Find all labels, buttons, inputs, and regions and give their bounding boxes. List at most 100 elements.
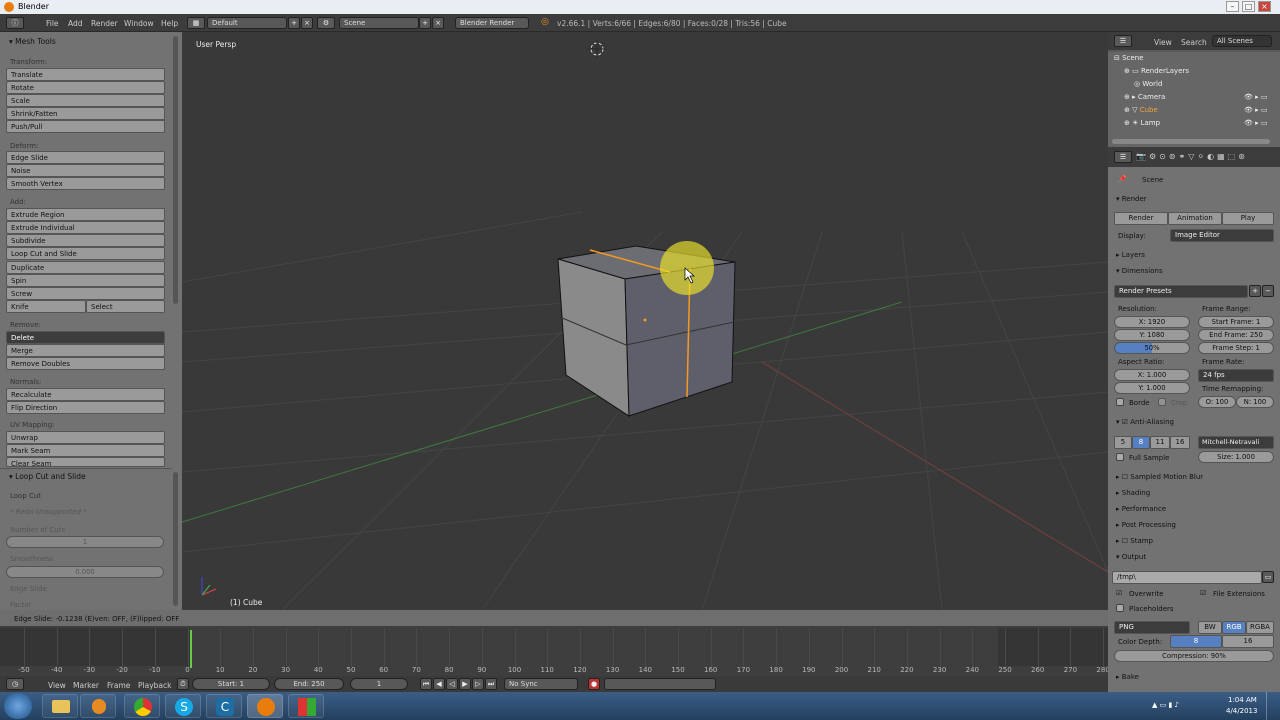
outliner-camera[interactable]: ⊕ ▸ Camera [1124, 93, 1165, 101]
menu-help[interactable]: Help [161, 19, 178, 28]
rgb-button[interactable]: RGB [1222, 621, 1246, 634]
stamp-panel-header[interactable]: ▸ ☐ Stamp [1116, 537, 1153, 545]
depth-8-button[interactable]: 8 [1170, 635, 1222, 648]
outliner-editor-icon[interactable]: ☰ [1114, 35, 1132, 47]
editor-type-icon[interactable]: ⓘ [6, 17, 24, 29]
menu-render[interactable]: Render [91, 19, 118, 28]
bw-button[interactable]: BW [1198, 621, 1222, 634]
compression-slider[interactable]: Compression: 90% [1114, 650, 1274, 662]
mesh-tools-header[interactable]: ▾ Mesh Tools [0, 34, 172, 48]
screw-button[interactable]: Screw [6, 287, 165, 300]
resolution-y-field[interactable]: Y: 1080 [1114, 329, 1190, 341]
timeline-menu-frame[interactable]: Frame [107, 681, 130, 690]
explorer-taskbar-icon[interactable] [42, 694, 78, 718]
next-keyframe-icon[interactable]: ▷ [472, 678, 484, 690]
performance-panel-header[interactable]: ▸ Performance [1116, 505, 1166, 513]
extrude-region-button[interactable]: Extrude Region [6, 208, 165, 221]
aa-11-button[interactable]: 11 [1150, 436, 1170, 449]
antialiasing-panel-header[interactable]: ▾ ☑ Anti-Aliasing [1116, 418, 1174, 426]
current-frame-line[interactable] [190, 630, 192, 668]
camera-visibility-icons[interactable]: 👁 ▸ ▭ [1244, 93, 1267, 101]
operator-panel-header[interactable]: ▾ Loop Cut and Slide [0, 469, 172, 483]
folder-icon[interactable]: ▭ [1262, 571, 1274, 583]
subdivide-button[interactable]: Subdivide [6, 234, 165, 247]
preset-add-icon[interactable]: + [1249, 285, 1261, 297]
aspect-y-field[interactable]: Y: 1.000 [1114, 382, 1190, 394]
smoothness-field[interactable]: 0.000 [6, 566, 164, 578]
knife-button[interactable]: Knife [6, 300, 86, 313]
layers-panel-header[interactable]: ▸ Layers [1116, 251, 1145, 259]
toolshelf-scrollbar[interactable] [173, 36, 178, 304]
delete-menu[interactable]: Delete [6, 331, 165, 344]
3d-viewport[interactable]: User Persp (1) Cube [182, 32, 1108, 610]
close-button[interactable]: × [1258, 1, 1271, 12]
blender-taskbar-icon[interactable] [247, 694, 283, 718]
pin-icon[interactable]: 📌 [1118, 175, 1127, 183]
scene-add-icon[interactable]: + [419, 17, 431, 29]
remove-doubles-button[interactable]: Remove Doubles [6, 357, 165, 370]
play-icon[interactable]: ▶ [459, 678, 471, 690]
merge-button[interactable]: Merge [6, 344, 165, 357]
aa-5-button[interactable]: 5 [1114, 436, 1132, 449]
aa-8-button[interactable]: 8 [1132, 436, 1150, 449]
smooth-vertex-button[interactable]: Smooth Vertex [6, 177, 165, 190]
timeline-menu-marker[interactable]: Marker [73, 681, 99, 690]
preview-range-icon[interactable]: ⏱ [177, 678, 189, 690]
output-panel-header[interactable]: ▾ Output [1116, 553, 1146, 561]
full-sample-checkbox[interactable] [1116, 453, 1124, 461]
timeline-editor-icon[interactable]: ◷ [6, 678, 24, 690]
sync-select[interactable]: No Sync [504, 678, 578, 690]
tray-icons[interactable]: ▲ ▭ ▮ ♪ [1152, 701, 1179, 709]
office-taskbar-icon[interactable] [288, 694, 324, 718]
mark-seam-button[interactable]: Mark Seam [6, 444, 165, 457]
minimize-button[interactable]: – [1226, 1, 1239, 12]
lamp-visibility-icons[interactable]: 👁 ▸ ▭ [1244, 119, 1267, 127]
scene-field[interactable]: Scene [339, 17, 419, 29]
outliner-renderlayers[interactable]: ⊕ ▭ RenderLayers [1124, 67, 1189, 75]
shading-panel-header[interactable]: ▸ Shading [1116, 489, 1150, 497]
end-frame-prop[interactable]: End Frame: 250 [1198, 329, 1274, 341]
extrude-individual-button[interactable]: Extrude Individual [6, 221, 165, 234]
resolution-x-field[interactable]: X: 1920 [1114, 316, 1190, 328]
keying-set-field[interactable] [604, 678, 716, 690]
frame-step-prop[interactable]: Frame Step: 1 [1198, 342, 1274, 354]
filter-size-field[interactable]: Size: 1.000 [1198, 451, 1274, 463]
start-frame-prop[interactable]: Start Frame: 1 [1198, 316, 1274, 328]
layout-remove-icon[interactable]: × [301, 17, 313, 29]
dimensions-panel-header[interactable]: ▾ Dimensions [1116, 267, 1163, 275]
layout-field[interactable]: Default [207, 17, 287, 29]
edge-slide-button[interactable]: Edge Slide [6, 151, 165, 164]
outliner-menu-search[interactable]: Search [1181, 38, 1207, 47]
translate-button[interactable]: Translate [6, 68, 165, 81]
outliner-scrollbar[interactable] [1112, 139, 1270, 144]
outliner-lamp[interactable]: ⊕ ☀ Lamp [1124, 119, 1160, 127]
border-checkbox[interactable] [1116, 398, 1124, 406]
shrink-fatten-button[interactable]: Shrink/Fatten [6, 107, 165, 120]
current-frame-field[interactable]: 1 [350, 678, 408, 690]
render-button[interactable]: Render [1114, 212, 1168, 225]
scene-icon[interactable]: ⚙ [317, 17, 335, 29]
render-panel-header[interactable]: ▾ Render [1116, 195, 1147, 203]
jump-start-icon[interactable]: ⏮ [420, 678, 432, 690]
record-icon[interactable]: ● [588, 678, 600, 690]
unwrap-button[interactable]: Unwrap [6, 431, 165, 444]
number-of-cuts-field[interactable]: 1 [6, 536, 164, 548]
jump-end-icon[interactable]: ⏭ [485, 678, 497, 690]
display-select[interactable]: Image Editor [1170, 229, 1274, 242]
maximize-button[interactable]: □ [1242, 1, 1255, 12]
knife-select-button[interactable]: Select [86, 300, 165, 313]
post-processing-panel-header[interactable]: ▸ Post Processing [1116, 521, 1176, 529]
timeline-menu-view[interactable]: View [48, 681, 66, 690]
bake-panel-header[interactable]: ▸ Bake [1116, 673, 1139, 681]
layout-icon[interactable]: ▦ [187, 17, 205, 29]
animation-button[interactable]: Animation [1168, 212, 1222, 225]
recalculate-button[interactable]: Recalculate [6, 388, 165, 401]
fps-select[interactable]: 24 fps [1198, 369, 1274, 382]
overwrite-checkbox[interactable]: ☑ [1116, 589, 1122, 597]
outliner-cube[interactable]: ⊕ ▽ Cube [1124, 106, 1158, 114]
depth-16-button[interactable]: 16 [1222, 635, 1274, 648]
play-reverse-icon[interactable]: ◁ [446, 678, 458, 690]
properties-editor-icon[interactable]: ☰ [1114, 151, 1132, 163]
motion-blur-panel-header[interactable]: ▸ ☐ Sampled Motion Blur [1116, 473, 1203, 481]
start-frame-field[interactable]: Start: 1 [192, 678, 270, 690]
